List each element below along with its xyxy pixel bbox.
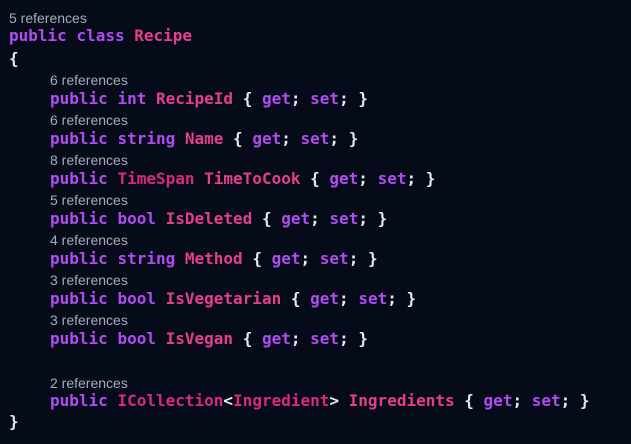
modifier: public: [50, 129, 108, 148]
property-line-method[interactable]: public string Method { get; set; }: [50, 249, 378, 269]
property-name: IsVegan: [165, 329, 234, 348]
accessor-set: set: [300, 129, 330, 148]
modifier: public: [50, 169, 108, 188]
property-line-name[interactable]: public string Name { get; set; }: [50, 129, 358, 149]
property-type: TimeSpan: [117, 169, 195, 188]
accessor-semi: ;: [329, 129, 340, 148]
accessor-open: {: [290, 289, 301, 308]
keyword-public: public: [9, 26, 67, 45]
accessor-set: set: [310, 89, 340, 108]
accessor-set: set: [329, 209, 359, 228]
accessor-close: }: [358, 89, 368, 108]
accessor-close: }: [348, 129, 359, 148]
property-type: bool: [117, 329, 156, 348]
property-type: bool: [117, 289, 156, 308]
accessor-get: get: [483, 391, 513, 410]
property-line-isvegan[interactable]: public bool IsVegan { get; set; }: [50, 329, 368, 349]
accessor-semi: ;: [339, 289, 349, 308]
accessor-close: }: [358, 329, 368, 348]
property-type: bool: [117, 209, 156, 228]
accessor-semi: ;: [281, 129, 291, 148]
property-type: int: [117, 89, 147, 108]
property-name: Ingredients: [348, 391, 455, 410]
accessor-semi: ;: [290, 329, 301, 348]
accessor-semi: ;: [348, 249, 359, 268]
accessor-set: set: [319, 249, 349, 268]
accessor-close: }: [367, 249, 378, 268]
accessor-open: {: [252, 249, 262, 268]
property-line-isvegetarian[interactable]: public bool IsVegetarian { get; set; }: [50, 289, 416, 309]
code-editor[interactable]: 5 references public class Recipe { 6 ref…: [0, 0, 631, 444]
generic-lt: <: [223, 391, 234, 410]
property-name: RecipeId: [155, 89, 234, 108]
codelens-references[interactable]: 4 references: [50, 232, 128, 248]
accessor-set: set: [377, 169, 407, 188]
property-name: IsDeleted: [165, 209, 253, 228]
accessor-close: }: [377, 209, 388, 228]
modifier: public: [50, 391, 108, 410]
accessor-get: get: [281, 209, 311, 228]
property-name: Name: [184, 129, 224, 148]
accessor-semi: ;: [290, 89, 301, 108]
accessor-set: set: [358, 289, 388, 308]
property-name: TimeToCook: [204, 169, 301, 188]
accessor-close: }: [579, 391, 590, 410]
codelens-class-references[interactable]: 5 references: [9, 10, 87, 26]
accessor-semi: ;: [387, 289, 397, 308]
accessor-semi: ;: [358, 169, 368, 188]
codelens-references[interactable]: 3 references: [50, 312, 128, 328]
accessor-open: {: [233, 129, 243, 148]
codelens-references[interactable]: 6 references: [50, 72, 128, 88]
accessor-close: }: [425, 169, 436, 188]
codelens-references[interactable]: 3 references: [50, 272, 128, 288]
codelens-references[interactable]: 5 references: [50, 192, 128, 208]
accessor-semi: ;: [339, 329, 349, 348]
generic-gt: >: [329, 391, 340, 410]
accessor-semi: ;: [339, 89, 349, 108]
accessor-get: get: [271, 249, 301, 268]
codelens-references[interactable]: 2 references: [50, 375, 128, 391]
class-open-brace: {: [9, 49, 19, 68]
accessor-close: }: [406, 289, 417, 308]
accessor-semi: ;: [310, 209, 320, 228]
class-close-brace: }: [9, 412, 19, 431]
property-name: IsVegetarian: [165, 289, 282, 308]
accessor-set: set: [310, 329, 340, 348]
accessor-open: {: [310, 169, 320, 188]
keyword-class: class: [76, 26, 125, 45]
accessor-semi: ;: [358, 209, 368, 228]
property-type: string: [117, 129, 176, 148]
accessor-get: get: [329, 169, 359, 188]
accessor-get: get: [261, 329, 291, 348]
class-declaration-line[interactable]: public class Recipe: [9, 26, 192, 46]
modifier: public: [50, 329, 108, 348]
accessor-open: {: [242, 329, 253, 348]
accessor-semi: ;: [512, 391, 523, 410]
modifier: public: [50, 249, 108, 268]
modifier: public: [50, 89, 108, 108]
generic-type-argument: Ingredient: [233, 391, 330, 410]
modifier: public: [50, 289, 108, 308]
codelens-references[interactable]: 8 references: [50, 152, 128, 168]
property-name: Method: [184, 249, 243, 268]
accessor-semi: ;: [406, 169, 417, 188]
property-type: string: [117, 249, 176, 268]
accessor-get: get: [310, 289, 340, 308]
accessor-open: {: [242, 89, 253, 108]
accessor-semi: ;: [560, 391, 571, 410]
accessor-set: set: [531, 391, 561, 410]
codelens-references[interactable]: 6 references: [50, 112, 128, 128]
class-name: Recipe: [134, 26, 193, 45]
accessor-open: {: [464, 391, 474, 410]
modifier: public: [50, 209, 108, 228]
accessor-open: {: [261, 209, 272, 228]
accessor-semi: ;: [300, 249, 311, 268]
accessor-get: get: [252, 129, 282, 148]
property-line-isdeleted[interactable]: public bool IsDeleted { get; set; }: [50, 209, 387, 229]
property-line-recipeid[interactable]: public int RecipeId { get; set; }: [50, 89, 368, 109]
property-line-timetocook[interactable]: public TimeSpan TimeToCook { get; set; }: [50, 169, 435, 189]
generic-type: ICollection: [117, 391, 224, 410]
property-line-ingredients[interactable]: public ICollection<Ingredient> Ingredien…: [50, 391, 590, 411]
accessor-get: get: [261, 89, 291, 108]
